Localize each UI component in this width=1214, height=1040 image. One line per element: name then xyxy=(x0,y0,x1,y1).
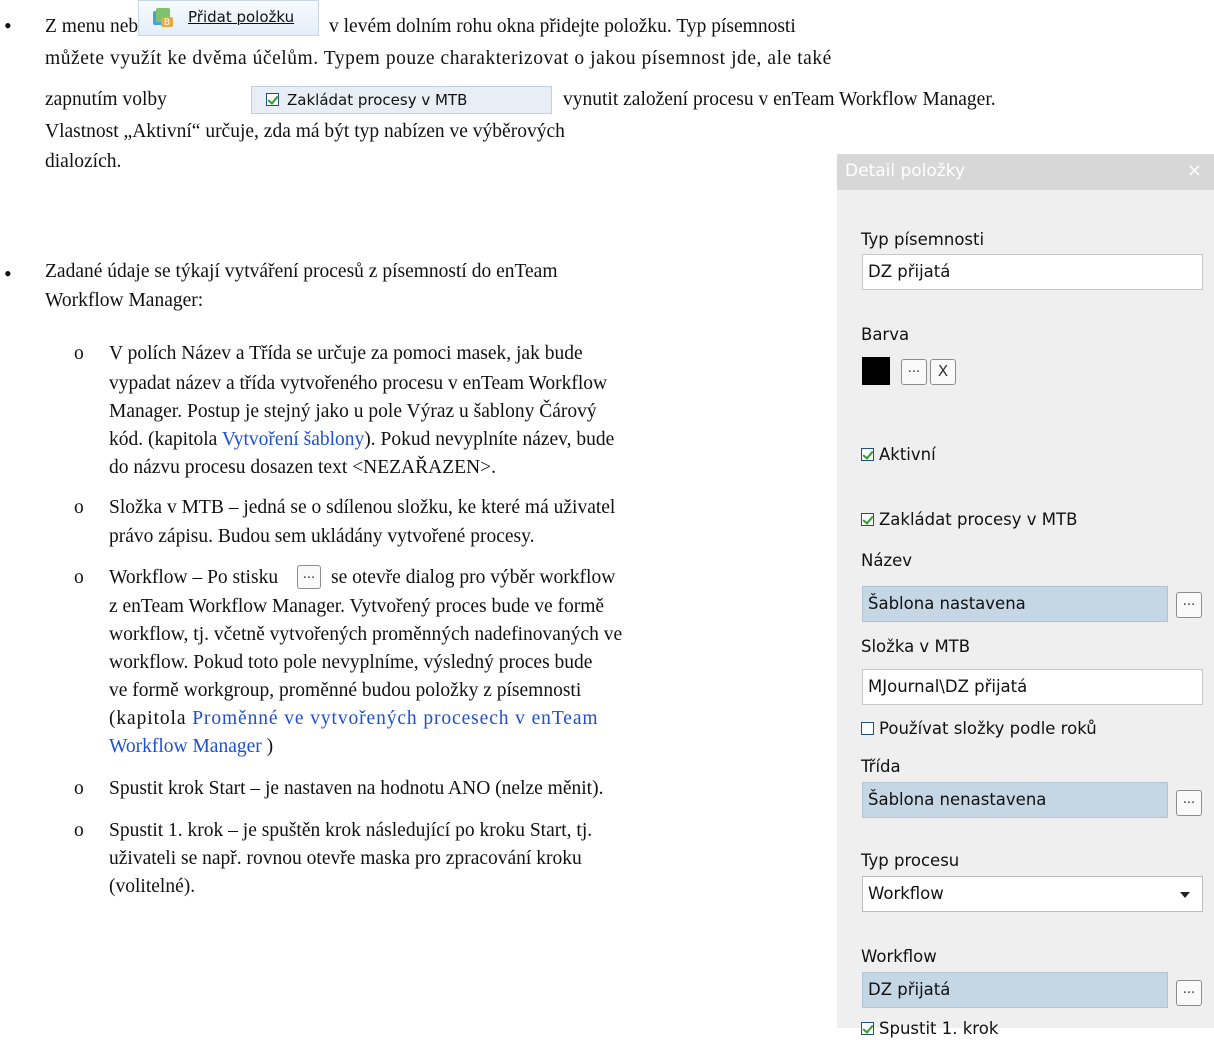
workflow-line-5: ve formě workgroup, proměnné budou polož… xyxy=(109,680,582,701)
workflow-ellipsis-button[interactable]: ... xyxy=(1176,980,1202,1006)
aktivni-checkbox[interactable]: Aktivní xyxy=(861,444,936,466)
krok1-line-3: (volitelné). xyxy=(109,876,196,897)
zakladat-procesy-checkbox[interactable]: Zakládat procesy v MTB xyxy=(861,509,1077,531)
workflow-line-3: workflow, tj. včetně vytvořených proměnn… xyxy=(109,624,623,645)
svg-text:B: B xyxy=(164,18,170,28)
checkbox-unchecked-icon xyxy=(861,722,874,735)
slozka-label: Složka v MTB xyxy=(861,637,971,656)
workflow-line-2: z enTeam Workflow Manager. Vytvořený pro… xyxy=(109,596,605,617)
second-bullet-line-2: Workflow Manager: xyxy=(45,290,204,311)
sub-bullet-marker: o xyxy=(74,497,84,518)
typ-pisemnosti-field[interactable]: DZ přijatá xyxy=(862,254,1203,290)
intro-line-3a: zapnutím volby xyxy=(45,89,167,110)
intro-line-2: můžete využít ke dvěma účelům. Typem pou… xyxy=(45,48,832,69)
panel-title: Detail položky xyxy=(845,161,966,181)
trida-ellipsis-button[interactable]: ... xyxy=(1176,790,1202,816)
close-icon[interactable]: × xyxy=(1187,157,1202,185)
krok1-line-2: uživateli se např. rovnou otevře maska p… xyxy=(109,848,582,869)
checkbox-checked-icon xyxy=(861,513,874,526)
color-swatch xyxy=(862,357,890,385)
checkbox-checked-icon xyxy=(861,1022,874,1035)
checkbox-checked-icon xyxy=(266,93,279,106)
sub-bullet-marker: o xyxy=(74,343,84,364)
typ-procesu-select[interactable]: Workflow xyxy=(862,876,1203,912)
start-line-1: Spustit krok Start – je nastaven na hodn… xyxy=(109,778,604,799)
slozka-line-2: právo zápisu. Budou sem ukládány vytvoře… xyxy=(109,526,535,547)
nazev-line-4: kód. (kapitola Vytvoření šablony). Pokud… xyxy=(109,429,615,450)
workflow-line-6: (kapitola Proměnné ve vytvořených proces… xyxy=(109,708,599,729)
nazev-line-3: Manager. Postup je stejný jako u pole Vý… xyxy=(109,401,597,422)
ellipsis-button-image: ... xyxy=(297,565,321,589)
panel-header: Detail položky × xyxy=(837,154,1214,190)
slozka-field[interactable]: MJournal\DZ přijatá xyxy=(862,669,1203,705)
nazev-line-2: vypadat název a třída vytvořeného proces… xyxy=(109,373,608,394)
workflow-line-4: workflow. Pokud toto pole nevyplníme, vý… xyxy=(109,652,593,673)
nazev-line-1: V polích Název a Třída se určuje za pomo… xyxy=(109,343,583,364)
pouzivat-slozky-checkbox[interactable]: Používat složky podle roků xyxy=(861,718,1097,740)
sub-bullet-marker: o xyxy=(74,567,84,588)
workflow-label: Workflow xyxy=(861,947,937,966)
intro-line-4: Vlastnost „Aktivní“ určuje, zda má být t… xyxy=(45,121,565,142)
workflow-line-7: Workflow Manager ) xyxy=(109,736,274,757)
color-clear-button[interactable]: X xyxy=(930,359,956,385)
color-pick-button[interactable]: ... xyxy=(901,359,927,385)
workflow-line-1b: se otevře dialog pro výběr workflow xyxy=(331,567,616,588)
intro-line-5: dialozích. xyxy=(45,151,122,172)
create-process-checkbox-image: Zakládat procesy v MTB xyxy=(251,86,552,114)
nazev-ellipsis-button[interactable]: ... xyxy=(1176,592,1202,618)
add-item-icon: B xyxy=(153,8,173,28)
intro-line-1b: v levém dolním rohu okna přidejte položk… xyxy=(329,16,796,37)
nazev-line-5: do názvu procesu dosazen text <NEZAŘAZEN… xyxy=(109,457,496,478)
link-vytvoreni-sablony[interactable]: Vytvoření šablony xyxy=(222,429,364,450)
checkbox-checked-icon xyxy=(861,448,874,461)
slozka-line-1: Složka v MTB – jedná se o sdílenou složk… xyxy=(109,497,616,518)
nazev-field[interactable]: Šablona nastavena xyxy=(862,586,1168,622)
krok1-line-1: Spustit 1. krok – je spuštěn krok násled… xyxy=(109,820,593,841)
sub-bullet-marker: o xyxy=(74,778,84,799)
bullet-marker: • xyxy=(4,261,12,286)
create-process-chip-label: Zakládat procesy v MTB xyxy=(287,91,468,109)
typ-pisemnosti-label: Typ písemnosti xyxy=(861,230,985,249)
sub-bullet-marker: o xyxy=(74,820,84,841)
second-bullet-line-1: Zadané údaje se týkají vytváření procesů… xyxy=(45,261,558,282)
link-promenne[interactable]: Proměnné ve vytvořených procesech v enTe… xyxy=(192,708,598,729)
trida-label: Třída xyxy=(861,757,901,776)
spustit-krok-checkbox[interactable]: Spustit 1. krok xyxy=(861,1018,998,1040)
intro-line-3b: vynutit založení procesu v enTeam Workfl… xyxy=(563,89,996,110)
nazev-label: Název xyxy=(861,551,913,570)
add-item-button-image: B Přidat položku xyxy=(138,0,319,36)
chevron-down-icon xyxy=(1180,892,1190,898)
item-detail-panel: Detail položky × Typ písemnosti DZ přija… xyxy=(837,154,1214,1038)
link-workflow-manager[interactable]: Workflow Manager xyxy=(109,736,262,757)
add-item-label: Přidat položku xyxy=(188,8,295,26)
typ-procesu-label: Typ procesu xyxy=(861,851,960,870)
workflow-field[interactable]: DZ přijatá xyxy=(862,972,1168,1008)
trida-field[interactable]: Šablona nenastavena xyxy=(862,782,1168,818)
barva-label: Barva xyxy=(861,325,910,344)
workflow-line-1a: Workflow – Po stisku xyxy=(109,567,279,588)
